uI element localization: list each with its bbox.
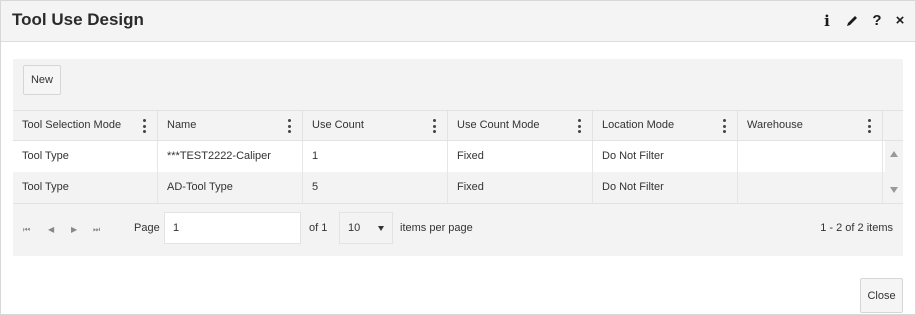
next-page-icon[interactable]: ▶ — [71, 225, 77, 234]
column-header-name[interactable]: Name — [158, 111, 303, 140]
previous-page-icon[interactable]: ◀ — [48, 225, 54, 234]
column-header-use-count[interactable]: Use Count — [303, 111, 448, 140]
column-header-label: Location Mode — [602, 119, 675, 131]
grid-header: Tool Selection Mode Name Use Count Use C… — [13, 110, 903, 141]
cell-name: ***TEST2222-Caliper — [158, 141, 303, 172]
cell-use-count-mode: Fixed — [448, 172, 593, 203]
tool-use-design-dialog: Tool Use Design i ? × New Tool Selection… — [0, 0, 916, 315]
column-menu-icon[interactable] — [286, 119, 292, 133]
dialog-titlebar: Tool Use Design i ? × — [1, 1, 915, 42]
cell-tool-selection-mode: Tool Type — [13, 141, 158, 172]
table-row[interactable]: Tool Type AD-Tool Type 5 Fixed Do Not Fi… — [13, 172, 903, 203]
page-number-input[interactable]: 1 — [164, 212, 301, 244]
column-menu-icon[interactable] — [866, 119, 872, 133]
grid-pager: ⏮ ◀ ▶ ⏭ Page 1 of 1 10 items per page 1 … — [13, 203, 903, 256]
column-header-label: Use Count Mode — [457, 119, 540, 131]
cell-use-count: 1 — [303, 141, 448, 172]
cell-use-count: 5 — [303, 172, 448, 203]
grid-body: Tool Type ***TEST2222-Caliper 1 Fixed Do… — [13, 141, 903, 203]
close-button[interactable]: Close — [860, 278, 903, 313]
pencil-icon — [847, 16, 857, 26]
column-menu-icon[interactable] — [141, 119, 147, 133]
dialog-content: New Tool Selection Mode Name Use Count U… — [13, 59, 903, 256]
info-icon[interactable]: i — [822, 12, 832, 30]
last-page-icon[interactable]: ⏭ — [93, 225, 100, 235]
first-page-icon[interactable]: ⏮ — [23, 225, 30, 235]
column-header-tool-selection-mode[interactable]: Tool Selection Mode — [13, 111, 158, 140]
column-header-location-mode[interactable]: Location Mode — [593, 111, 738, 140]
scroll-down-arrow-icon[interactable] — [890, 187, 898, 193]
column-header-label: Name — [167, 119, 197, 131]
new-button[interactable]: New — [23, 65, 61, 95]
edit-pencil-icon[interactable] — [845, 14, 859, 28]
page-size-value: 10 — [348, 222, 361, 234]
cell-location-mode: Do Not Filter — [593, 141, 738, 172]
chevron-down-icon — [378, 226, 384, 231]
tool-use-grid: Tool Selection Mode Name Use Count Use C… — [13, 110, 903, 256]
column-header-use-count-mode[interactable]: Use Count Mode — [448, 111, 593, 140]
cell-name: AD-Tool Type — [158, 172, 303, 203]
cell-warehouse — [738, 141, 883, 172]
column-header-warehouse[interactable]: Warehouse — [738, 111, 883, 140]
page-count-label: of 1 — [309, 222, 328, 234]
cell-use-count-mode: Fixed — [448, 141, 593, 172]
title-actions: i ? × — [822, 12, 905, 30]
cell-location-mode: Do Not Filter — [593, 172, 738, 203]
scroll-up-arrow-icon[interactable] — [890, 151, 898, 157]
column-menu-icon[interactable] — [431, 119, 437, 133]
column-menu-icon[interactable] — [721, 119, 727, 133]
page-label: Page — [134, 222, 160, 234]
column-header-label: Warehouse — [747, 119, 803, 131]
column-header-label: Tool Selection Mode — [22, 119, 122, 131]
cell-warehouse — [738, 172, 883, 203]
help-icon[interactable]: ? — [872, 12, 882, 30]
close-icon[interactable]: × — [895, 12, 905, 30]
table-row[interactable]: Tool Type ***TEST2222-Caliper 1 Fixed Do… — [13, 141, 903, 172]
page-size-select[interactable]: 10 — [339, 212, 393, 244]
items-per-page-label: items per page — [400, 222, 473, 234]
dialog-title: Tool Use Design — [12, 10, 144, 29]
grid-scrollbar[interactable] — [885, 141, 903, 203]
pager-range-text: 1 - 2 of 2 items — [820, 222, 893, 234]
column-header-label: Use Count — [312, 119, 364, 131]
cell-tool-selection-mode: Tool Type — [13, 172, 158, 203]
column-menu-icon[interactable] — [576, 119, 582, 133]
